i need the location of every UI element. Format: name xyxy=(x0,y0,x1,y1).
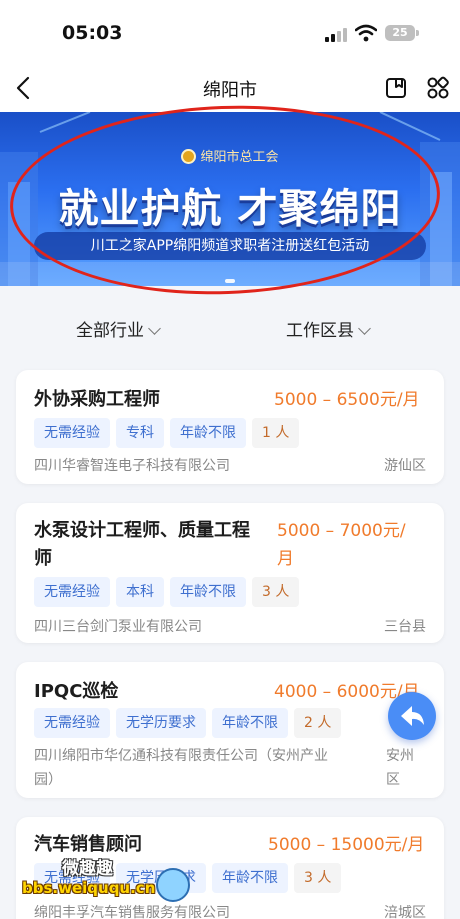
chevron-down-icon xyxy=(358,322,371,335)
job-district-line: 区 xyxy=(386,772,400,788)
job-card[interactable]: IPQC巡检 4000 – 6000元/月 无需经验 无学历要求 年龄不限 2 人 四… xyxy=(16,662,444,798)
job-district-line: 安州 xyxy=(386,748,414,764)
job-card[interactable]: 外协采购工程师 5000 – 6500元/月 无需经验 专科 年龄不限 1 人 四川华… xyxy=(16,370,444,484)
job-salary-line: 月 xyxy=(277,549,294,569)
filter-bar: 全部行业 工作区县 xyxy=(0,300,460,354)
watermark-url: bbs.weiququ.cn xyxy=(22,879,156,897)
job-title: IPQC巡检 xyxy=(34,681,119,702)
grid-icon[interactable] xyxy=(426,76,450,100)
status-bar: 05:03 25 xyxy=(0,0,460,64)
job-district: 游仙区 xyxy=(384,458,426,474)
job-title-line: 师 xyxy=(34,548,52,569)
tag-headcount: 3 人 xyxy=(252,577,300,607)
company-name-line: 园） xyxy=(34,772,62,788)
tag-age: 年龄不限 xyxy=(212,708,288,738)
wifi-icon xyxy=(355,24,377,42)
battery-cap xyxy=(416,30,419,36)
tag-headcount: 1 人 xyxy=(252,418,300,448)
job-title: 水泵设计工程师、质量工程 师 xyxy=(34,517,250,573)
tag-experience: 无需经验 xyxy=(34,708,110,738)
watermark-title: 微趣趣 xyxy=(62,859,113,879)
company-name: 四川三台剑门泵业有限公司 xyxy=(34,619,202,635)
site-watermark: 微趣趣 bbs.weiququ.cn xyxy=(18,852,190,908)
job-card[interactable]: 水泵设计工程师、质量工程 师 5000 – 7000元/ 月 无需经验 本科 年龄不… xyxy=(16,503,444,643)
company-name: 四川绵阳市华亿通科技有限责任公司（安州产业 园） xyxy=(34,744,328,792)
job-title-line: 水泵设计工程师、质量工程 xyxy=(34,520,250,541)
tag-headcount: 3 人 xyxy=(294,863,342,893)
company-name-line: 四川绵阳市华亿通科技有限责任公司（安州产业 xyxy=(34,748,328,764)
tag-experience: 无需经验 xyxy=(34,418,110,448)
job-salary: 5000 – 15000元/月 xyxy=(268,835,425,855)
job-tags: 无需经验 本科 年龄不限 3 人 xyxy=(34,577,305,607)
signal-icon xyxy=(325,28,347,42)
tag-education: 无学历要求 xyxy=(116,708,206,738)
industry-filter-label: 全部行业 xyxy=(76,321,144,341)
tag-education: 本科 xyxy=(116,577,164,607)
tag-age: 年龄不限 xyxy=(170,418,246,448)
tag-experience: 无需经验 xyxy=(34,577,110,607)
chevron-down-icon xyxy=(148,322,161,335)
job-district: 涪城区 xyxy=(384,905,426,919)
district-filter[interactable]: 工作区县 xyxy=(286,316,371,341)
district-filter-label: 工作区县 xyxy=(286,321,354,341)
mascot-icon xyxy=(156,868,190,902)
status-time: 05:03 xyxy=(62,22,123,44)
tag-education: 专科 xyxy=(116,418,164,448)
job-salary: 5000 – 7000元/ 月 xyxy=(277,517,406,573)
job-salary-line: 5000 – 7000元/ xyxy=(277,521,406,541)
industry-filter[interactable]: 全部行业 xyxy=(76,316,161,341)
job-tags: 无需经验 专科 年龄不限 1 人 xyxy=(34,418,305,448)
job-district: 三台县 xyxy=(384,619,426,635)
tag-headcount: 2 人 xyxy=(294,708,342,738)
tag-age: 年龄不限 xyxy=(170,577,246,607)
company-name: 四川华睿智连电子科技有限公司 xyxy=(34,458,230,474)
share-arrow-icon xyxy=(401,706,424,726)
share-button[interactable] xyxy=(388,692,436,740)
bookmark-icon[interactable] xyxy=(384,76,408,100)
job-tags: 无需经验 无学历要求 年龄不限 2 人 xyxy=(34,708,347,738)
battery-icon: 25 xyxy=(385,25,415,41)
job-district: 安州 区 xyxy=(386,744,414,792)
job-salary: 5000 – 6500元/月 xyxy=(274,390,420,410)
tag-age: 年龄不限 xyxy=(212,863,288,893)
job-title: 外协采购工程师 xyxy=(34,389,160,410)
